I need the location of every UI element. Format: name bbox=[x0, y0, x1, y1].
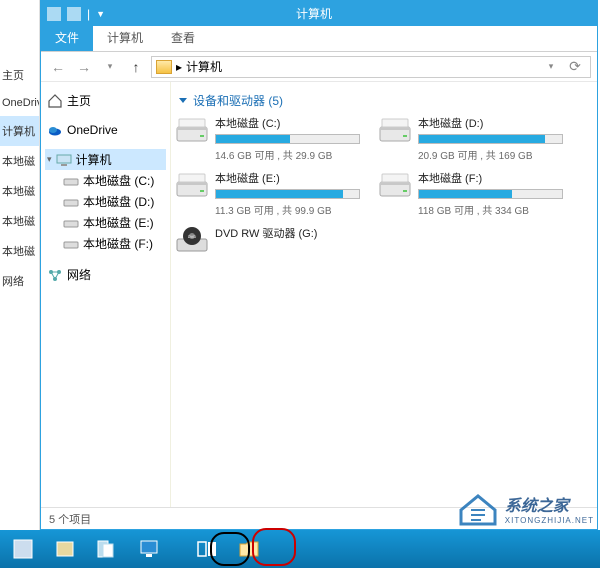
drive-icon bbox=[63, 237, 79, 251]
tree-home-label: 主页 bbox=[67, 92, 91, 109]
tree-drive-e[interactable]: 本地磁盘 (E:) bbox=[45, 212, 166, 233]
forward-button[interactable]: → bbox=[73, 56, 95, 78]
tree-computer[interactable]: ▾ 计算机 bbox=[45, 149, 166, 170]
taskbar-app-3[interactable] bbox=[90, 535, 124, 563]
drive-item[interactable]: 本地磁盘 (C:) 14.6 GB 可用 , 共 29.9 GB bbox=[175, 115, 360, 162]
refresh-button[interactable]: ⟳ bbox=[564, 56, 586, 78]
qat-icon-2[interactable] bbox=[67, 7, 81, 21]
watermark: 系统之家 XITONGZHIJIA.NET bbox=[457, 490, 594, 526]
annotation-circle-red bbox=[252, 528, 296, 566]
hard-drive-icon bbox=[175, 170, 209, 200]
computer-icon bbox=[56, 153, 72, 167]
dvd-drive-icon: DVD bbox=[175, 225, 209, 255]
content-pane: 设备和驱动器 (5) 本地磁盘 (C:) 14.6 GB 可用 , 共 29.9 … bbox=[171, 82, 597, 507]
watermark-text: 系统之家 bbox=[505, 492, 594, 516]
hard-drive-icon bbox=[378, 115, 412, 145]
leftnav-computer[interactable]: 计算机 bbox=[0, 116, 39, 146]
recent-dropdown[interactable]: ▾ bbox=[99, 56, 121, 78]
capacity-bar bbox=[215, 189, 360, 199]
address-bar-row: ← → ▾ ↑ ▸ 计算机 ▾ ⟳ bbox=[41, 52, 597, 82]
ribbon-tab-file[interactable]: 文件 bbox=[41, 24, 93, 51]
drive-item[interactable]: 本地磁盘 (E:) 11.3 GB 可用 , 共 99.9 GB bbox=[175, 170, 360, 217]
group-header-devices[interactable]: 设备和驱动器 (5) bbox=[175, 90, 593, 115]
group-header-label: 设备和驱动器 (5) bbox=[193, 92, 283, 109]
navigation-tree: 主页 OneDrive ▾ 计算机 本地磁盘 (C:) 本地磁盘 (D:) bbox=[41, 82, 171, 507]
qat-divider: | bbox=[87, 7, 90, 21]
leftnav-f[interactable]: 本地磁 bbox=[0, 236, 39, 266]
background-left-panel: 主页 OneDrive 计算机 本地磁 本地磁 本地磁 本地磁 网络 bbox=[0, 0, 40, 530]
window-title: 计算机 bbox=[111, 5, 517, 22]
tree-computer-label: 计算机 bbox=[76, 151, 112, 168]
ribbon-tab-computer[interactable]: 计算机 bbox=[93, 24, 157, 51]
drive-stat: 20.9 GB 可用 , 共 169 GB bbox=[418, 147, 563, 162]
drive-stat: 11.3 GB 可用 , 共 99.9 GB bbox=[215, 202, 360, 217]
drive-item[interactable]: 本地磁盘 (F:) 118 GB 可用 , 共 334 GB bbox=[378, 170, 563, 217]
tree-expand-icon[interactable]: ▾ bbox=[47, 154, 52, 165]
tree-drive-c[interactable]: 本地磁盘 (C:) bbox=[45, 170, 166, 191]
tree-home[interactable]: 主页 bbox=[45, 90, 166, 111]
drive-icon bbox=[63, 195, 79, 209]
drive-name: 本地磁盘 (D:) bbox=[418, 115, 563, 131]
tree-drive-f[interactable]: 本地磁盘 (F:) bbox=[45, 233, 166, 254]
svg-text:DVD: DVD bbox=[188, 234, 197, 239]
tree-network[interactable]: 网络 bbox=[45, 264, 166, 285]
leftnav-d[interactable]: 本地磁 bbox=[0, 176, 39, 206]
qat-icon-1[interactable] bbox=[47, 7, 61, 21]
tree-drive-f-label: 本地磁盘 (F:) bbox=[83, 235, 153, 252]
breadcrumb-chev: ▸ bbox=[176, 60, 182, 74]
drive-stat: 118 GB 可用 , 共 334 GB bbox=[418, 202, 563, 217]
drive-name: 本地磁盘 (F:) bbox=[418, 170, 563, 186]
taskbar-app-4[interactable] bbox=[132, 535, 166, 563]
status-text: 5 个项目 bbox=[49, 511, 91, 527]
leftnav-net[interactable]: 网络 bbox=[0, 266, 39, 296]
ribbon-tabs: 文件 计算机 查看 bbox=[41, 26, 597, 52]
drive-icon bbox=[63, 174, 79, 188]
hard-drive-icon bbox=[175, 115, 209, 145]
back-button[interactable]: ← bbox=[47, 56, 69, 78]
tree-onedrive[interactable]: OneDrive bbox=[45, 121, 166, 139]
leftnav-e[interactable]: 本地磁 bbox=[0, 206, 39, 236]
explorer-window: | ▼ 计算机 文件 计算机 查看 ← → ▾ ↑ ▸ 计算机 ▾ ⟳ 主页 bbox=[40, 0, 598, 530]
taskbar-app-1[interactable] bbox=[6, 535, 40, 563]
drive-item[interactable]: DVD DVD RW 驱动器 (G:) bbox=[175, 225, 360, 255]
breadcrumb-dropdown[interactable]: ▾ bbox=[540, 56, 562, 78]
drive-stat: 14.6 GB 可用 , 共 29.9 GB bbox=[215, 147, 360, 162]
ribbon-tab-view[interactable]: 查看 bbox=[157, 24, 209, 51]
titlebar[interactable]: | ▼ 计算机 bbox=[41, 1, 597, 26]
leftnav-onedrive[interactable]: OneDrive bbox=[0, 90, 39, 116]
capacity-bar bbox=[418, 189, 563, 199]
hard-drive-icon bbox=[378, 170, 412, 200]
tree-drive-d-label: 本地磁盘 (D:) bbox=[83, 193, 154, 210]
leftnav-c[interactable]: 本地磁 bbox=[0, 146, 39, 176]
breadcrumb[interactable]: ▸ 计算机 ▾ ⟳ bbox=[151, 56, 591, 78]
drive-icon bbox=[63, 216, 79, 230]
capacity-bar bbox=[418, 134, 563, 144]
taskbar-app-2[interactable] bbox=[48, 535, 82, 563]
onedrive-icon bbox=[47, 123, 63, 137]
taskbar[interactable] bbox=[0, 530, 600, 568]
annotation-circle-black bbox=[210, 532, 250, 566]
up-button[interactable]: ↑ bbox=[125, 56, 147, 78]
tree-drive-e-label: 本地磁盘 (E:) bbox=[83, 214, 154, 231]
leftnav-home[interactable]: 主页 bbox=[0, 60, 39, 90]
tree-drive-c-label: 本地磁盘 (C:) bbox=[83, 172, 154, 189]
capacity-bar bbox=[215, 134, 360, 144]
network-icon bbox=[47, 268, 63, 282]
tree-network-label: 网络 bbox=[67, 266, 91, 283]
tree-onedrive-label: OneDrive bbox=[67, 123, 118, 137]
tree-drive-d[interactable]: 本地磁盘 (D:) bbox=[45, 191, 166, 212]
qat-dropdown-icon[interactable]: ▼ bbox=[96, 9, 105, 19]
breadcrumb-label: 计算机 bbox=[186, 58, 222, 75]
breadcrumb-pc-icon bbox=[156, 60, 172, 74]
drive-name: 本地磁盘 (C:) bbox=[215, 115, 360, 131]
collapse-icon[interactable] bbox=[179, 98, 187, 103]
drive-item[interactable]: 本地磁盘 (D:) 20.9 GB 可用 , 共 169 GB bbox=[378, 115, 563, 162]
home-icon bbox=[47, 94, 63, 108]
drive-name: 本地磁盘 (E:) bbox=[215, 170, 360, 186]
drive-name: DVD RW 驱动器 (G:) bbox=[215, 225, 360, 241]
watermark-sub: XITONGZHIJIA.NET bbox=[505, 516, 594, 525]
